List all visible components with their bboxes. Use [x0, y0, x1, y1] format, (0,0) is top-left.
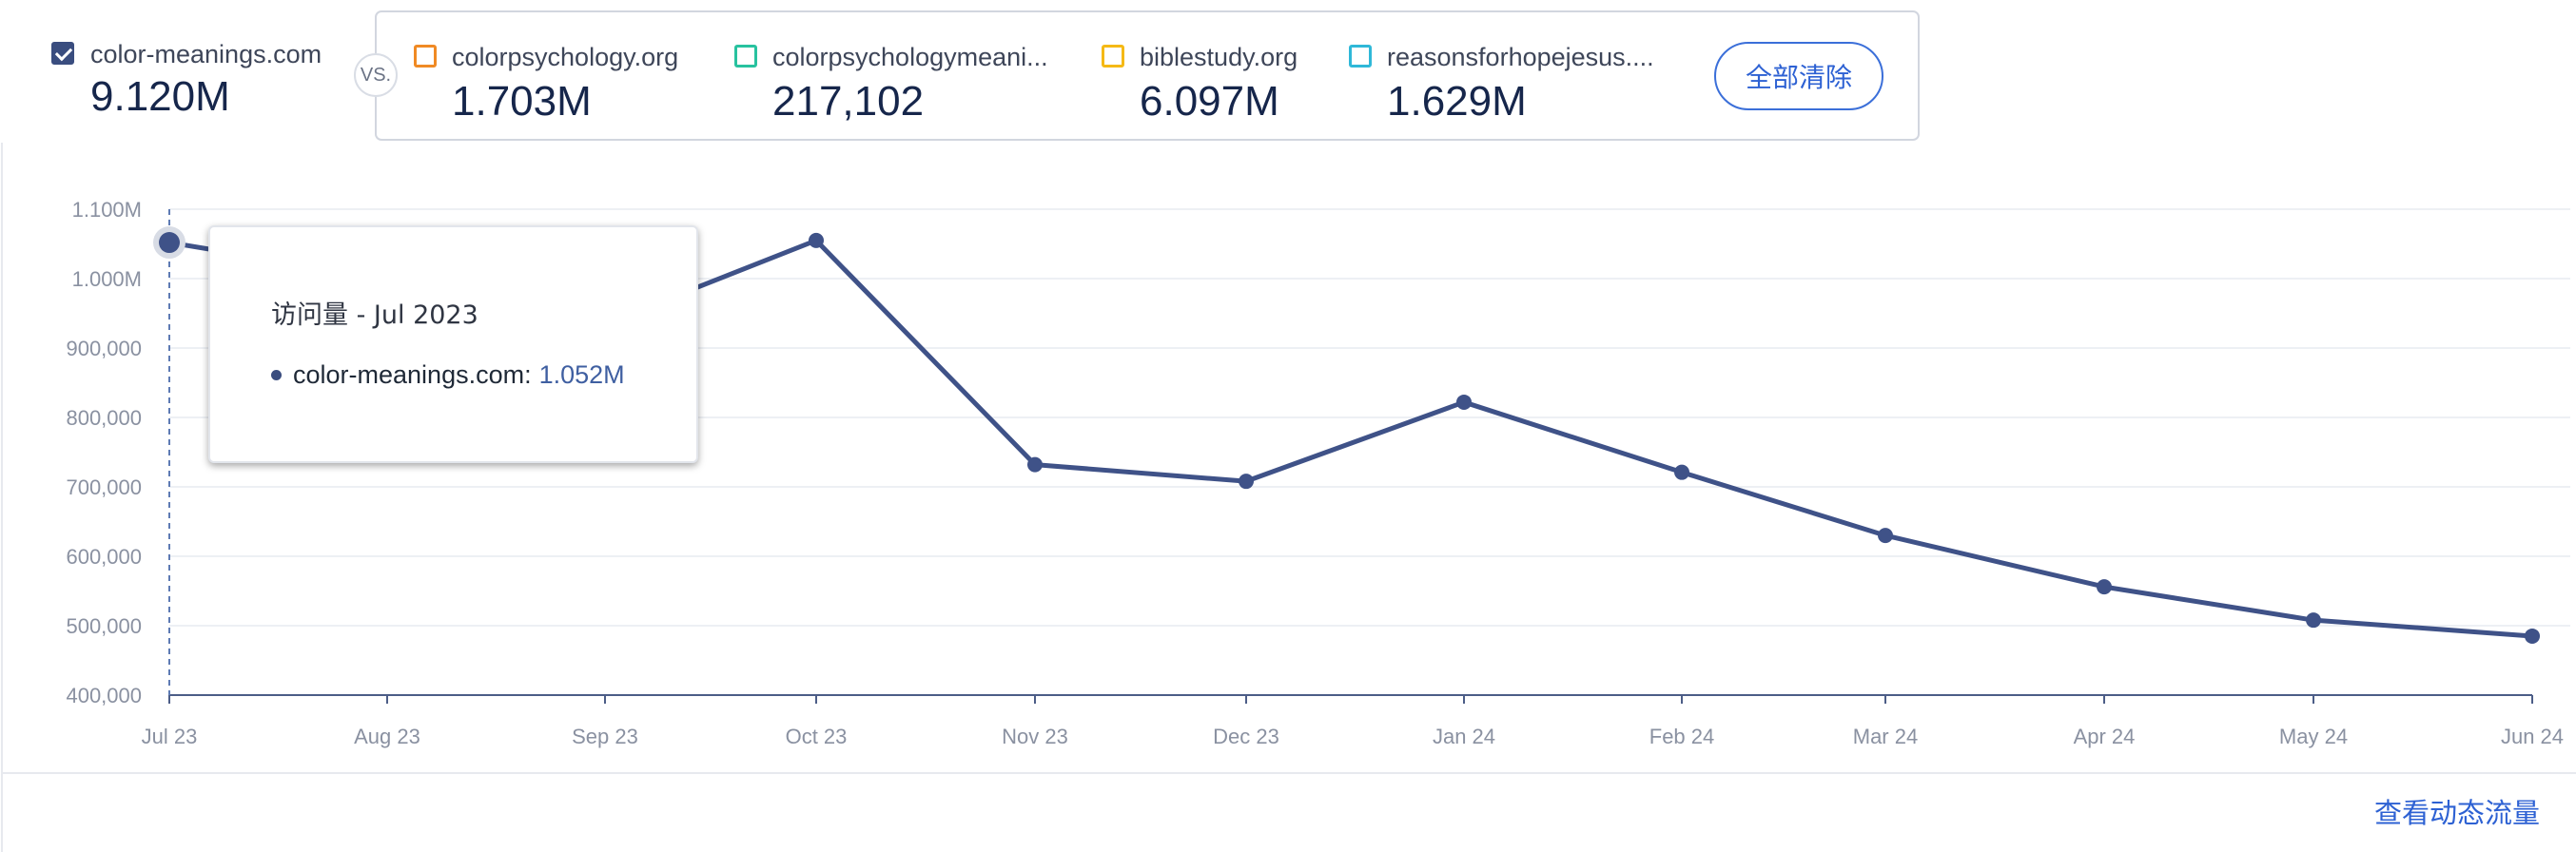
tooltip-series-dot	[271, 370, 282, 380]
data-point	[1878, 528, 1893, 544]
tooltip-title: 访问量 - Jul 2023	[271, 300, 478, 330]
x-tick-label: Jun 24	[2501, 725, 2564, 748]
data-point	[2306, 612, 2321, 629]
y-tick-label: 1.000M	[72, 267, 142, 291]
competitor-4-name: reasonsforhopejesus....	[1387, 43, 1654, 71]
data-point	[1239, 474, 1254, 490]
x-tick-label: Nov 23	[1002, 725, 1068, 748]
x-tick-label: Apr 24	[2074, 725, 2136, 748]
competitor-4-checkbox[interactable]	[1349, 45, 1372, 68]
clear-all-button[interactable]: 全部清除	[1714, 42, 1883, 110]
x-tick-label: Oct 23	[786, 725, 848, 748]
competitor-3-name: biblestudy.org	[1140, 43, 1298, 71]
x-tick-label: May 24	[2279, 725, 2348, 748]
tooltip-row: color-meanings.com: 1.052M	[271, 360, 625, 390]
competitor-3-checkbox[interactable]	[1102, 45, 1124, 68]
tooltip-series-label: color-meanings.com:	[293, 360, 532, 389]
y-tick-label: 1.100M	[72, 198, 142, 222]
competitor-2-name: colorpsychologymeani...	[772, 43, 1048, 71]
competitor-1-checkbox[interactable]	[414, 45, 437, 68]
y-tick-label: 600,000	[66, 545, 142, 569]
data-point	[2525, 628, 2540, 644]
y-tick-label: 700,000	[66, 475, 142, 499]
x-tick-label: Jan 24	[1433, 725, 1495, 748]
y-tick-label: 900,000	[66, 337, 142, 360]
data-point	[1027, 456, 1043, 473]
competitor-1-value: 1.703M	[452, 78, 592, 125]
data-point	[1456, 394, 1472, 410]
data-point	[1674, 464, 1689, 480]
x-tick-label: Jul 23	[142, 725, 198, 748]
x-tick-label: Sep 23	[572, 725, 638, 748]
competitor-3-value: 6.097M	[1140, 78, 1279, 125]
data-point	[2097, 579, 2112, 595]
competitor-2-value: 217,102	[772, 78, 925, 125]
competitor-2-checkbox[interactable]	[734, 45, 757, 68]
x-tick-label: Feb 24	[1649, 725, 1715, 748]
x-tick-label: Aug 23	[354, 725, 420, 748]
competitor-1-name: colorpsychology.org	[452, 43, 679, 71]
vs-badge: VS.	[354, 53, 398, 97]
tooltip-series-value: 1.052M	[538, 360, 625, 389]
y-tick-label: 800,000	[66, 406, 142, 430]
competitor-comparison-box: colorpsychology.org 1.703M colorpsycholo…	[375, 10, 1920, 141]
y-tick-label: 400,000	[66, 684, 142, 707]
highlighted-data-point	[159, 232, 180, 254]
chart-tooltip: 访问量 - Jul 2023 color-meanings.com: 1.052…	[208, 225, 698, 463]
competitor-4-value: 1.629M	[1387, 78, 1527, 125]
data-point	[809, 232, 824, 248]
x-tick-label: Dec 23	[1213, 725, 1279, 748]
y-tick-label: 500,000	[66, 614, 142, 638]
x-tick-label: Mar 24	[1853, 725, 1918, 748]
